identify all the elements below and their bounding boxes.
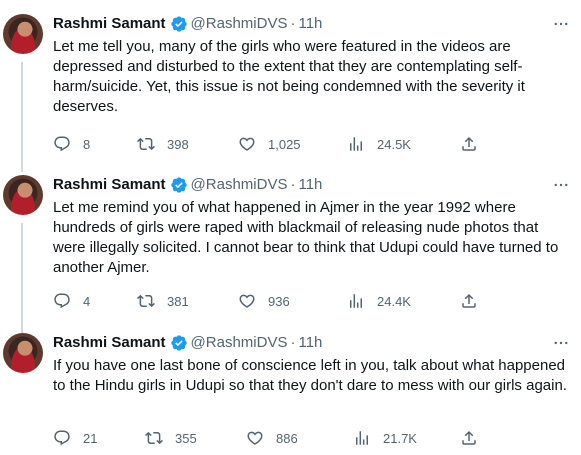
thread-line <box>21 62 23 172</box>
reply-count: 8 <box>83 136 91 152</box>
verified-badge-icon <box>170 176 188 194</box>
author-handle[interactable]: @RashmiDVS <box>191 333 288 353</box>
author-handle[interactable]: @RashmiDVS <box>191 14 288 34</box>
author-name[interactable]: Rashmi Samant <box>53 14 166 34</box>
reply-icon <box>53 135 71 153</box>
retweet-button[interactable]: 398 <box>137 135 217 153</box>
views-count: 24.4K <box>377 293 411 309</box>
tweet-text: If you have one last bone of conscience … <box>53 357 567 394</box>
reply-count: 4 <box>83 293 91 309</box>
avatar[interactable] <box>3 333 43 373</box>
reply-icon <box>53 429 71 447</box>
avatar[interactable] <box>3 14 43 54</box>
tweet-header: Rashmi Samant @RashmiDVS · 11h <box>53 333 581 353</box>
tweet[interactable]: Rashmi Samant @RashmiDVS · 11h Let me re… <box>0 175 581 333</box>
retweet-count: 355 <box>175 430 197 446</box>
reply-button[interactable]: 4 <box>53 292 113 310</box>
like-button[interactable]: 1,025 <box>238 135 318 153</box>
share-button[interactable] <box>460 429 480 447</box>
retweet-icon <box>145 429 163 447</box>
author-name[interactable]: Rashmi Samant <box>53 175 166 195</box>
like-icon <box>238 135 256 153</box>
more-icon[interactable] <box>551 14 571 34</box>
like-button[interactable]: 936 <box>238 292 318 310</box>
share-icon <box>460 135 478 153</box>
tweet-content: Rashmi Samant @RashmiDVS · 11h Let me te… <box>53 14 581 117</box>
reply-icon <box>53 292 71 310</box>
views-button[interactable]: 24.5K <box>347 135 427 153</box>
separator: · <box>290 334 296 351</box>
share-button[interactable] <box>460 135 480 153</box>
like-count: 1,025 <box>268 136 301 152</box>
thread-line <box>21 223 23 333</box>
share-icon <box>460 292 478 310</box>
retweet-count: 381 <box>167 293 189 309</box>
avatar[interactable] <box>3 175 43 215</box>
share-icon <box>460 429 478 447</box>
retweet-count: 398 <box>167 136 189 152</box>
views-button[interactable]: 24.4K <box>347 292 427 310</box>
tweet-content: Rashmi Samant @RashmiDVS · 11h If you ha… <box>53 333 581 396</box>
views-icon <box>347 292 365 310</box>
tweet-text: Let me tell you, many of the girls who w… <box>53 38 525 115</box>
like-icon <box>238 292 256 310</box>
share-button[interactable] <box>460 292 480 310</box>
tweet[interactable]: Rashmi Samant @RashmiDVS · 11h Let me te… <box>0 14 581 172</box>
verified-badge-icon <box>170 15 188 33</box>
like-button[interactable]: 886 <box>246 429 326 447</box>
separator: · <box>290 15 296 32</box>
retweet-button[interactable]: 355 <box>145 429 225 447</box>
reply-button[interactable]: 8 <box>53 135 113 153</box>
tweet-content: Rashmi Samant @RashmiDVS · 11h Let me re… <box>53 175 581 278</box>
views-icon <box>347 135 365 153</box>
views-button[interactable]: 21.7K <box>353 429 433 447</box>
like-count: 886 <box>276 430 298 446</box>
retweet-button[interactable]: 381 <box>137 292 217 310</box>
tweet-header: Rashmi Samant @RashmiDVS · 11h <box>53 175 581 195</box>
reply-count: 21 <box>83 430 98 446</box>
timestamp[interactable]: 11h <box>298 14 322 34</box>
more-icon[interactable] <box>551 175 571 195</box>
retweet-icon <box>137 292 155 310</box>
views-count: 21.7K <box>383 430 417 446</box>
timestamp[interactable]: 11h <box>298 175 322 195</box>
tweet-thread: Rashmi Samant @RashmiDVS · 11h Let me te… <box>0 0 581 455</box>
tweet[interactable]: Rashmi Samant @RashmiDVS · 11h If you ha… <box>0 333 581 455</box>
like-icon <box>246 429 264 447</box>
verified-badge-icon <box>170 334 188 352</box>
timestamp[interactable]: 11h <box>298 333 322 353</box>
views-icon <box>353 429 371 447</box>
separator: · <box>290 176 296 193</box>
more-icon[interactable] <box>551 333 571 353</box>
reply-button[interactable]: 21 <box>53 429 113 447</box>
retweet-icon <box>137 135 155 153</box>
views-count: 24.5K <box>377 136 411 152</box>
tweet-header: Rashmi Samant @RashmiDVS · 11h <box>53 14 581 34</box>
author-handle[interactable]: @RashmiDVS <box>191 175 288 195</box>
like-count: 936 <box>268 293 290 309</box>
author-name[interactable]: Rashmi Samant <box>53 333 166 353</box>
tweet-text: Let me remind you of what happened in Aj… <box>53 199 559 276</box>
